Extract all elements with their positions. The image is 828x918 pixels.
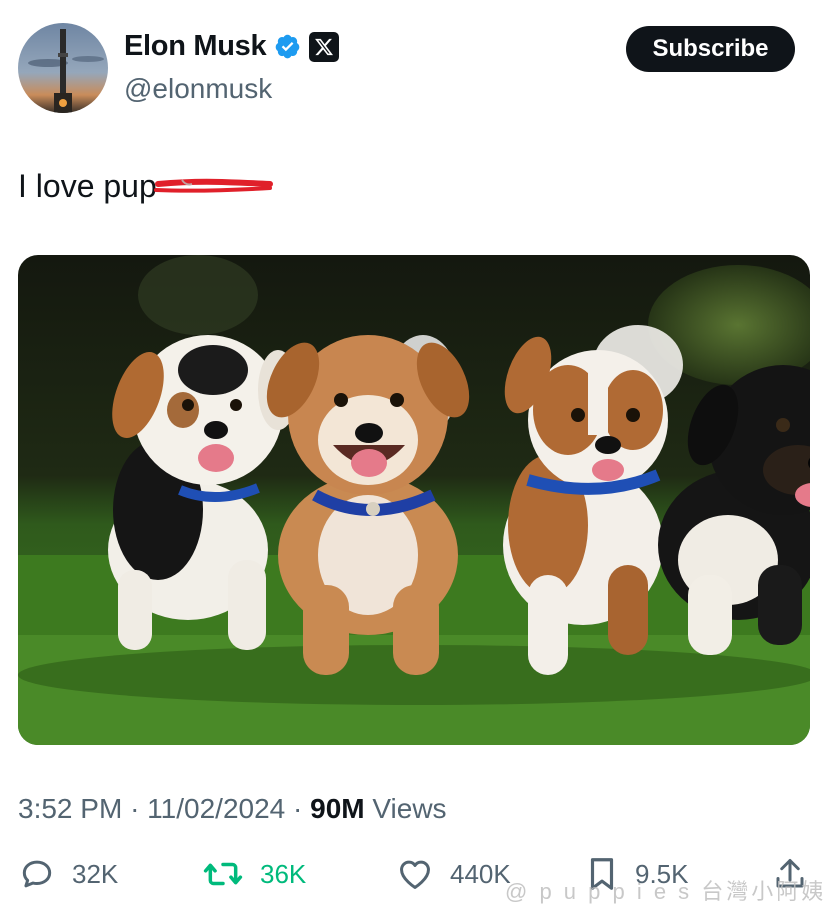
rocket-launch-avatar-image	[18, 23, 108, 113]
avatar[interactable]	[18, 23, 108, 113]
subscribe-button[interactable]: Subscribe	[626, 26, 795, 72]
retweet-icon	[203, 862, 243, 886]
like-count: 440K	[450, 858, 511, 889]
author-name-row: Elon Musk	[124, 30, 340, 63]
puppies-photo	[18, 255, 810, 745]
views-label: Views	[372, 793, 447, 824]
reply-button[interactable]: 32K	[18, 855, 118, 893]
watermark-text: @ p u p p i e s 台灣小阿姨	[505, 879, 827, 904]
tweet-meta: 3:52 PM · 11/02/2024 · 90M Views	[18, 793, 447, 825]
reply-count: 32K	[72, 858, 119, 889]
views-count: 90M	[310, 793, 365, 824]
retweet-count: 36K	[260, 858, 307, 889]
retweet-button[interactable]: 36K	[202, 855, 306, 893]
reply-icon	[22, 860, 52, 888]
tweet-media-photo[interactable]	[18, 255, 810, 745]
tweet-date[interactable]: 11/02/2024	[147, 793, 285, 824]
heart-icon	[400, 860, 430, 889]
verified-badge-icon[interactable]	[274, 33, 301, 60]
author-handle[interactable]: @elonmusk	[124, 73, 272, 105]
tweet-time[interactable]: 3:52 PM	[18, 793, 122, 824]
meta-separator: ·	[293, 793, 303, 824]
tweet-text: I love pup	[18, 168, 157, 204]
x-logo-icon	[309, 31, 340, 62]
meta-separator: ·	[130, 793, 140, 824]
author-name[interactable]: Elon Musk	[124, 30, 267, 63]
red-scribble-redaction	[154, 178, 273, 193]
like-button[interactable]: 440K	[396, 855, 511, 893]
